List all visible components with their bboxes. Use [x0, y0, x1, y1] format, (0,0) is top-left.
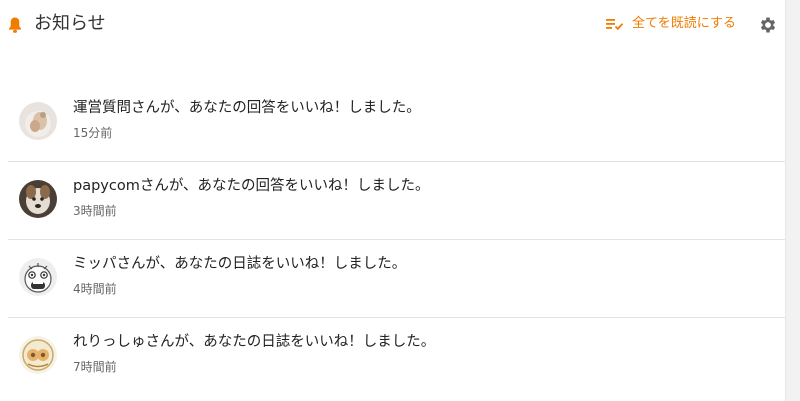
- mark-read-icon: [606, 19, 624, 31]
- mark-all-read-label: 全てを既読にする: [632, 16, 736, 31]
- page-title: お知らせ: [34, 13, 106, 34]
- notification-message: papycomさんが、あなたの回答をいいね！しました。: [73, 178, 430, 194]
- notifications-header: お知らせ 全てを既読にする: [0, 0, 785, 48]
- notification-message: ミッパさんが、あなたの日誌をいいね！しました。: [73, 256, 407, 272]
- mark-all-read-button[interactable]: 全てを既読にする: [606, 14, 736, 34]
- notification-list: 運営質問さんが、あなたの回答をいいね！しました。 15分前 papycomさんが…: [8, 84, 785, 396]
- notification-item[interactable]: papycomさんが、あなたの回答をいいね！しました。 3時間前: [8, 162, 785, 240]
- notification-item[interactable]: 運営質問さんが、あなたの回答をいいね！しました。 15分前: [8, 84, 785, 162]
- avatar: [19, 258, 57, 296]
- scrollbar-track[interactable]: [785, 0, 800, 401]
- notification-item[interactable]: ミッパさんが、あなたの日誌をいいね！しました。 4時間前: [8, 240, 785, 318]
- notification-message: れりっしゅさんが、あなたの日誌をいいね！しました。: [73, 334, 436, 350]
- notification-time: 15分前: [73, 126, 113, 140]
- notification-item[interactable]: れりっしゅさんが、あなたの日誌をいいね！しました。 7時間前: [8, 318, 785, 396]
- notifications-panel: お知らせ 全てを既読にする 運営質問さんが、あなたの回答をいいね！しました。 1…: [0, 0, 785, 401]
- avatar: [19, 102, 57, 140]
- avatar: [19, 180, 57, 218]
- avatar: [19, 336, 57, 374]
- gear-icon[interactable]: [758, 15, 778, 35]
- notification-time: 4時間前: [73, 282, 117, 296]
- notification-message: 運営質問さんが、あなたの回答をいいね！しました。: [73, 100, 421, 116]
- notification-time: 3時間前: [73, 204, 117, 218]
- notification-time: 7時間前: [73, 360, 117, 374]
- bell-icon: [9, 17, 21, 33]
